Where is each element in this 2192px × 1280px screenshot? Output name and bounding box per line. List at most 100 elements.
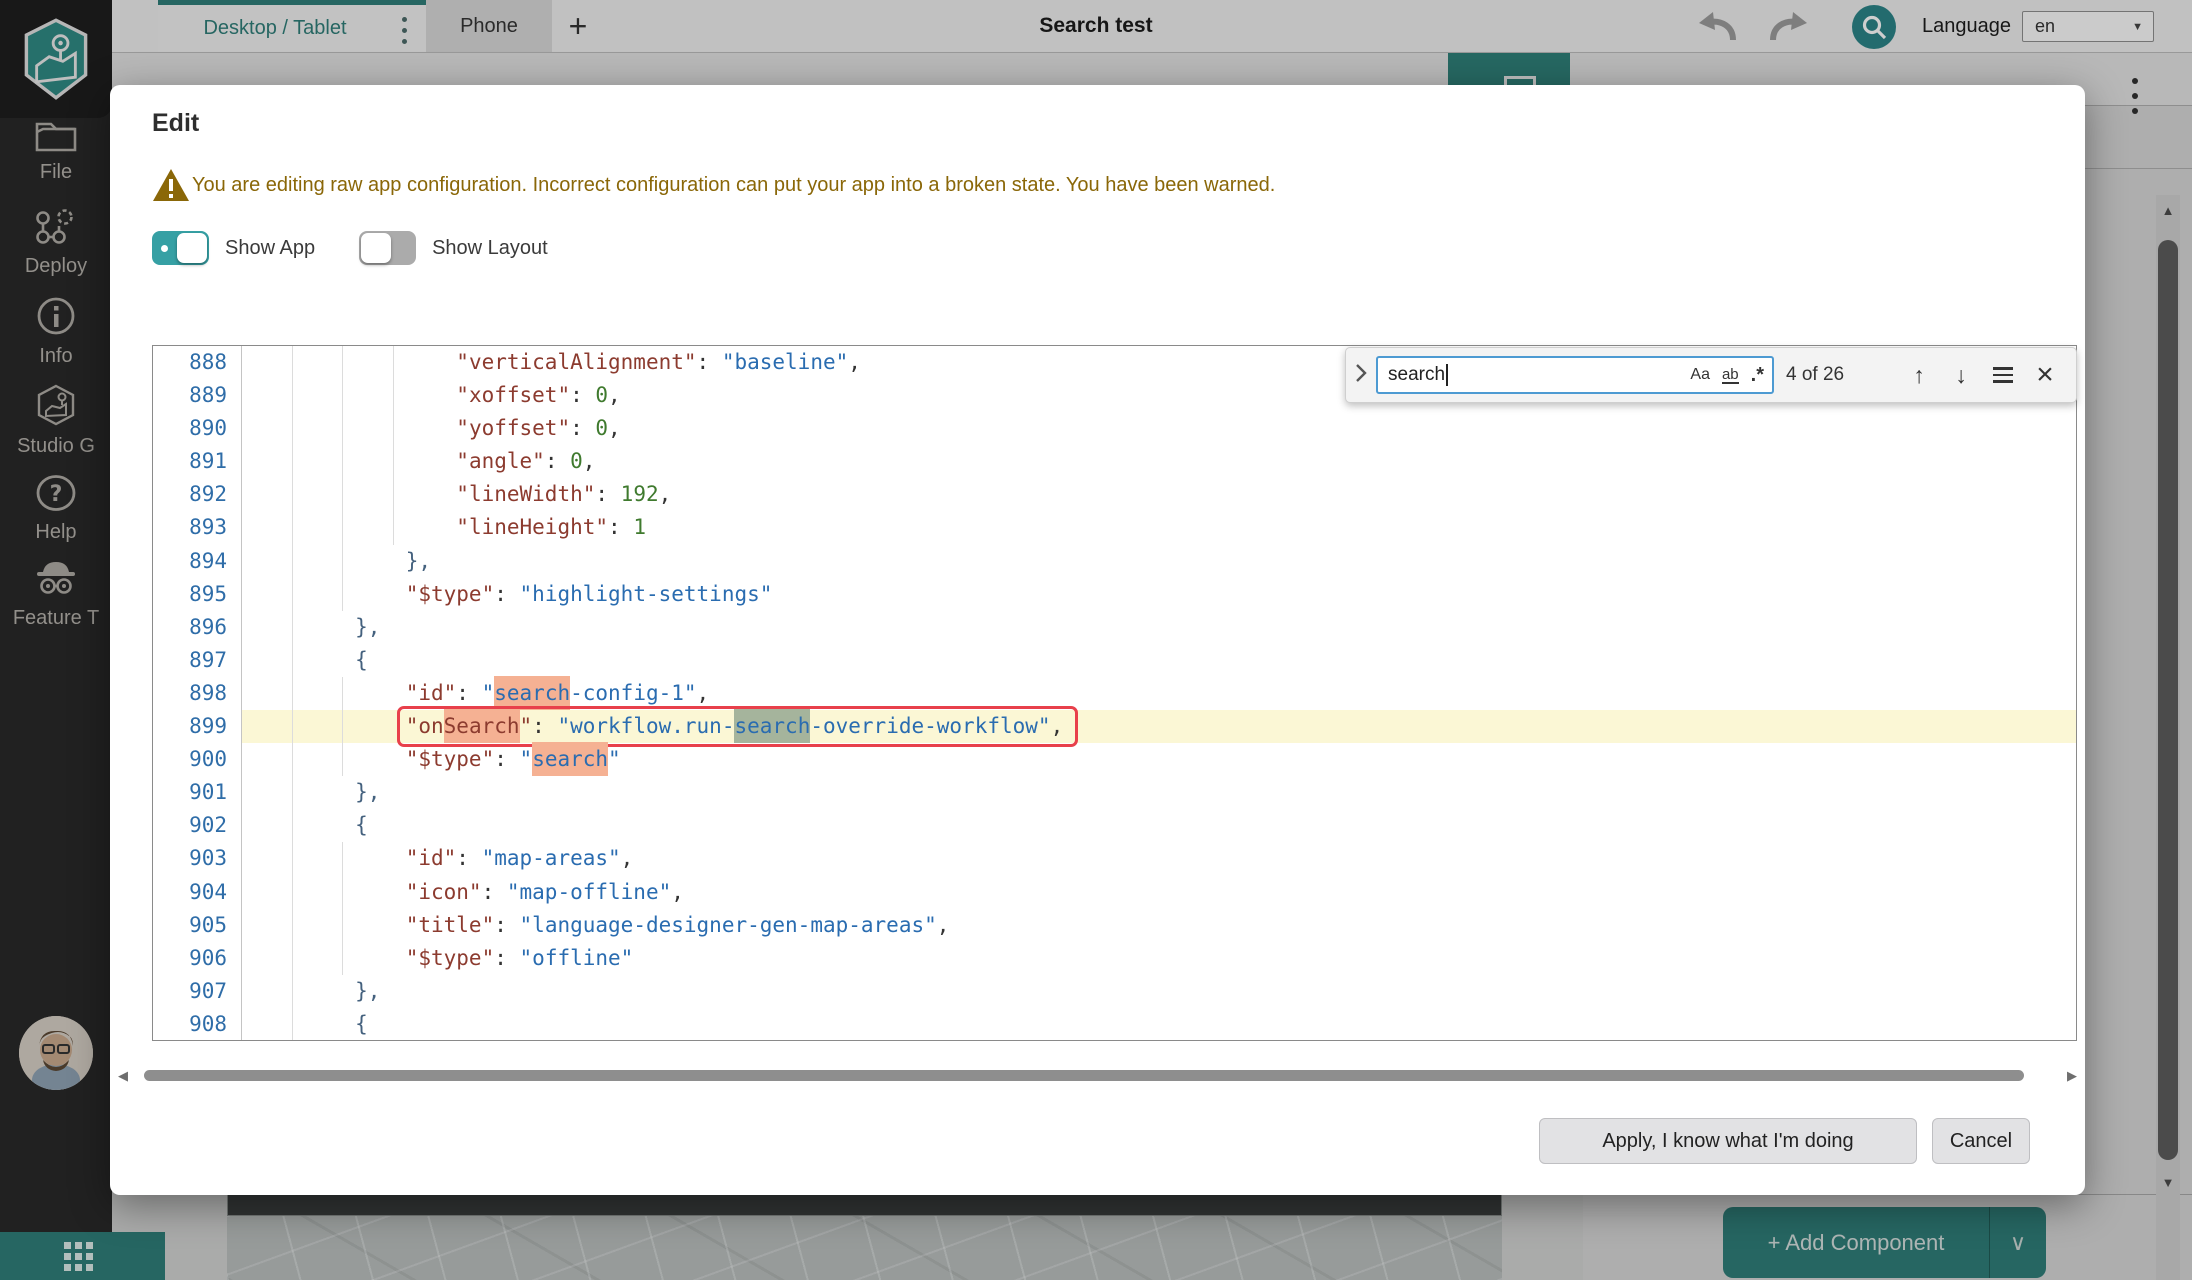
selection-lines-icon xyxy=(1993,367,2013,383)
code-line-900[interactable]: 900 "$type": "search" xyxy=(153,743,2076,776)
code-line-904[interactable]: 904 "icon": "map-offline", xyxy=(153,876,2076,909)
line-number: 890 xyxy=(153,412,242,445)
indent-guide xyxy=(342,511,343,544)
warning-triangle-icon xyxy=(152,167,190,203)
scroll-right-icon[interactable]: ▶ xyxy=(2067,1068,2077,1084)
indent-guide xyxy=(292,876,293,909)
indent-guide xyxy=(342,578,343,611)
indent-guide xyxy=(292,677,293,710)
code-line-906[interactable]: 906 "$type": "offline" xyxy=(153,942,2076,975)
scroll-left-icon[interactable]: ◀ xyxy=(118,1068,128,1084)
indent-guide xyxy=(292,346,293,379)
line-number: 894 xyxy=(153,545,242,578)
indent-guide xyxy=(292,842,293,875)
indent-guide xyxy=(342,942,343,975)
toggle-on-switch[interactable] xyxy=(152,231,209,265)
scrollbar-thumb[interactable] xyxy=(144,1070,2024,1081)
toggle-off-switch[interactable] xyxy=(359,231,416,265)
indent-guide xyxy=(292,809,293,842)
find-expander-chevron-icon[interactable] xyxy=(1346,363,1376,388)
indent-guide xyxy=(393,412,394,445)
indent-guide xyxy=(342,710,343,743)
indent-guide xyxy=(342,412,343,445)
code-line-897[interactable]: 897 { xyxy=(153,644,2076,677)
indent-guide xyxy=(393,346,394,379)
find-input[interactable]: search Aa ab .* xyxy=(1376,356,1774,394)
line-number: 906 xyxy=(153,942,242,975)
indent-guide xyxy=(393,379,394,412)
line-number: 907 xyxy=(153,975,242,1008)
modal-title: Edit xyxy=(152,109,199,138)
edit-modal: Edit You are editing raw app configurati… xyxy=(110,85,2085,1195)
line-number: 902 xyxy=(153,809,242,842)
toggles-row: Show AppShow Layout xyxy=(152,231,548,265)
line-number: 893 xyxy=(153,511,242,544)
indent-guide xyxy=(342,346,343,379)
find-widget: search Aa ab .* 4 of 26 ↑ ↓ × xyxy=(1345,347,2077,403)
line-number: 899 xyxy=(153,710,242,743)
line-number: 892 xyxy=(153,478,242,511)
code-line-895[interactable]: 895 "$type": "highlight-settings" xyxy=(153,578,2076,611)
toggle-label: Show App xyxy=(225,237,315,260)
indent-guide xyxy=(342,743,343,776)
toggle-show-app: Show App xyxy=(152,231,315,265)
indent-guide xyxy=(342,545,343,578)
find-in-selection-button[interactable] xyxy=(1986,358,2020,392)
indent-guide xyxy=(393,445,394,478)
code-line-899[interactable]: 899 "onSearch": "workflow.run-search-ove… xyxy=(153,710,2076,743)
search-match: search xyxy=(494,676,570,710)
cancel-button[interactable]: Cancel xyxy=(1932,1118,2030,1164)
search-match: search xyxy=(532,742,608,776)
code-line-905[interactable]: 905 "title": "language-designer-gen-map-… xyxy=(153,909,2076,942)
indent-guide xyxy=(292,743,293,776)
line-number: 900 xyxy=(153,743,242,776)
indent-guide xyxy=(292,776,293,809)
indent-guide xyxy=(292,545,293,578)
regex-button[interactable]: .* xyxy=(1751,364,1764,387)
code-line-902[interactable]: 902 { xyxy=(153,809,2076,842)
line-number: 908 xyxy=(153,1008,242,1041)
indent-guide xyxy=(342,909,343,942)
indent-guide xyxy=(342,677,343,710)
code-line-894[interactable]: 894 }, xyxy=(153,545,2076,578)
code-line-901[interactable]: 901 }, xyxy=(153,776,2076,809)
indent-guide xyxy=(292,1008,293,1041)
match-case-button[interactable]: Aa xyxy=(1690,366,1710,384)
find-next-button[interactable]: ↓ xyxy=(1944,358,1978,392)
indent-guide xyxy=(292,710,293,743)
code-editor[interactable]: 888 "verticalAlignment": "baseline",889 … xyxy=(152,345,2077,1041)
line-number: 888 xyxy=(153,346,242,379)
find-match-count: 4 of 26 xyxy=(1786,364,1844,386)
indent-guide xyxy=(292,578,293,611)
indent-guide xyxy=(292,611,293,644)
find-query: search xyxy=(1388,364,1445,386)
indent-guide xyxy=(342,842,343,875)
indent-guide xyxy=(342,445,343,478)
indent-guide xyxy=(342,876,343,909)
line-number: 901 xyxy=(153,776,242,809)
indent-guide xyxy=(292,412,293,445)
code-line-903[interactable]: 903 "id": "map-areas", xyxy=(153,842,2076,875)
code-line-890[interactable]: 890 "yoffset": 0, xyxy=(153,412,2076,445)
line-number: 903 xyxy=(153,842,242,875)
find-close-button[interactable]: × xyxy=(2028,358,2062,392)
code-line-896[interactable]: 896 }, xyxy=(153,611,2076,644)
current-search-match: search xyxy=(734,709,810,743)
line-number: 904 xyxy=(153,876,242,909)
find-previous-button[interactable]: ↑ xyxy=(1902,358,1936,392)
indent-guide xyxy=(342,478,343,511)
apply-button[interactable]: Apply, I know what I'm doing xyxy=(1539,1118,1917,1164)
line-number: 905 xyxy=(153,909,242,942)
code-line-891[interactable]: 891 "angle": 0, xyxy=(153,445,2076,478)
code-line-908[interactable]: 908 { xyxy=(153,1008,2076,1041)
indent-guide xyxy=(292,975,293,1008)
whole-word-button[interactable]: ab xyxy=(1722,367,1739,384)
search-match: Search xyxy=(444,709,520,743)
code-line-892[interactable]: 892 "lineWidth": 192, xyxy=(153,478,2076,511)
indent-guide xyxy=(292,379,293,412)
editor-horizontal-scrollbar[interactable]: ◀ ▶ xyxy=(118,1069,2077,1083)
indent-guide xyxy=(393,478,394,511)
line-number: 897 xyxy=(153,644,242,677)
code-line-893[interactable]: 893 "lineHeight": 1 xyxy=(153,511,2076,544)
code-line-907[interactable]: 907 }, xyxy=(153,975,2076,1008)
